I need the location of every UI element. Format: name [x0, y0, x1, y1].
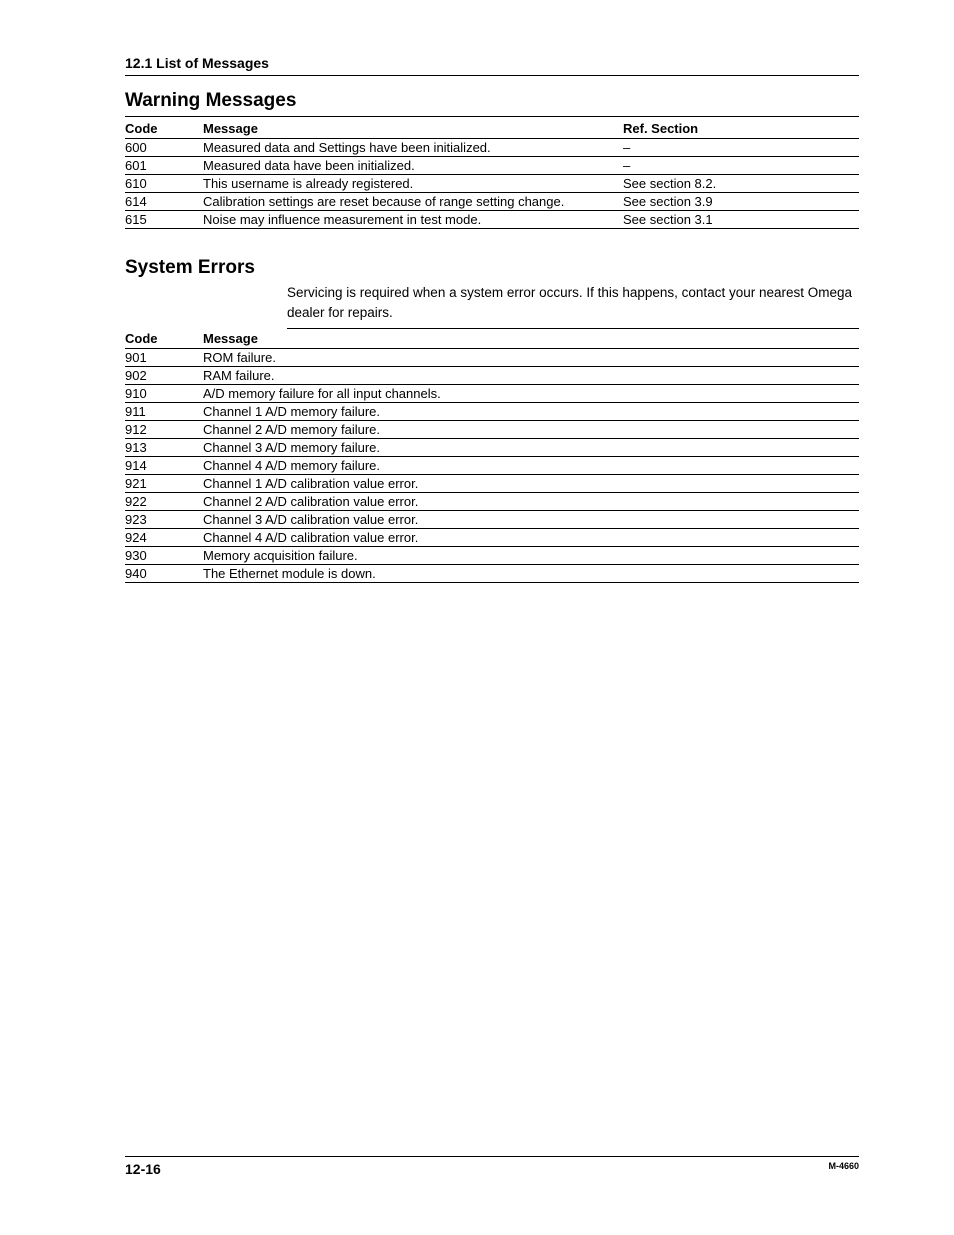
table-row: 910A/D memory failure for all input chan… — [125, 385, 859, 403]
cell-message: ROM failure. — [203, 349, 859, 367]
cell-message: Channel 3 A/D memory failure. — [203, 439, 859, 457]
page: 12.1 List of Messages Warning Messages C… — [0, 0, 954, 1235]
cell-code: 910 — [125, 385, 203, 403]
cell-message: Channel 1 A/D memory failure. — [203, 403, 859, 421]
table-row: 924Channel 4 A/D calibration value error… — [125, 529, 859, 547]
cell-message: Calibration settings are reset because o… — [203, 193, 623, 211]
cell-message: Measured data have been initialized. — [203, 157, 623, 175]
cell-code: 930 — [125, 547, 203, 565]
cell-ref: See section 3.1 — [623, 211, 859, 229]
cell-code: 600 — [125, 139, 203, 157]
cell-code: 601 — [125, 157, 203, 175]
table-row: 930Memory acquisition failure. — [125, 547, 859, 565]
cell-ref: See section 8.2. — [623, 175, 859, 193]
table-row: 614 Calibration settings are reset becau… — [125, 193, 859, 211]
cell-code: 901 — [125, 349, 203, 367]
table-row: 911Channel 1 A/D memory failure. — [125, 403, 859, 421]
table-row: 923Channel 3 A/D calibration value error… — [125, 511, 859, 529]
cell-code: 912 — [125, 421, 203, 439]
system-intro: Servicing is required when a system erro… — [287, 283, 859, 329]
table-row: 922Channel 2 A/D calibration value error… — [125, 493, 859, 511]
col-code: Code — [125, 119, 203, 139]
cell-code: 902 — [125, 367, 203, 385]
section-header: 12.1 List of Messages — [125, 55, 859, 76]
cell-message: Noise may influence measurement in test … — [203, 211, 623, 229]
table-row: 615 Noise may influence measurement in t… — [125, 211, 859, 229]
cell-message: A/D memory failure for all input channel… — [203, 385, 859, 403]
cell-code: 615 — [125, 211, 203, 229]
col-message: Message — [203, 329, 859, 349]
cell-message: Measured data and Settings have been ini… — [203, 139, 623, 157]
table-row: 601 Measured data have been initialized.… — [125, 157, 859, 175]
col-code: Code — [125, 329, 203, 349]
cell-message: The Ethernet module is down. — [203, 565, 859, 583]
cell-ref: – — [623, 139, 859, 157]
cell-code: 913 — [125, 439, 203, 457]
cell-message: Channel 2 A/D calibration value error. — [203, 493, 859, 511]
cell-code: 940 — [125, 565, 203, 583]
cell-code: 921 — [125, 475, 203, 493]
table-row: 912Channel 2 A/D memory failure. — [125, 421, 859, 439]
page-footer: 12-16 M-4660 — [125, 1156, 859, 1177]
system-table: Code Message 901ROM failure. 902RAM fail… — [125, 329, 859, 583]
table-row: 940The Ethernet module is down. — [125, 565, 859, 583]
cell-code: 614 — [125, 193, 203, 211]
cell-code: 911 — [125, 403, 203, 421]
cell-ref: – — [623, 157, 859, 175]
warning-heading: Warning Messages — [125, 90, 859, 117]
cell-message: Channel 4 A/D calibration value error. — [203, 529, 859, 547]
cell-message: Channel 1 A/D calibration value error. — [203, 475, 859, 493]
table-row: 600 Measured data and Settings have been… — [125, 139, 859, 157]
system-heading: System Errors — [125, 257, 859, 283]
table-row: 901ROM failure. — [125, 349, 859, 367]
cell-message: RAM failure. — [203, 367, 859, 385]
cell-code: 610 — [125, 175, 203, 193]
table-header-row: Code Message Ref. Section — [125, 119, 859, 139]
cell-message: This username is already registered. — [203, 175, 623, 193]
col-message: Message — [203, 119, 623, 139]
page-number: 12-16 — [125, 1161, 161, 1177]
cell-ref: See section 3.9 — [623, 193, 859, 211]
cell-code: 922 — [125, 493, 203, 511]
warning-table: Code Message Ref. Section 600 Measured d… — [125, 119, 859, 229]
doc-id: M-4660 — [828, 1161, 859, 1171]
cell-code: 923 — [125, 511, 203, 529]
cell-message: Channel 2 A/D memory failure. — [203, 421, 859, 439]
table-row: 902RAM failure. — [125, 367, 859, 385]
cell-message: Channel 4 A/D memory failure. — [203, 457, 859, 475]
cell-code: 924 — [125, 529, 203, 547]
table-row: 914Channel 4 A/D memory failure. — [125, 457, 859, 475]
table-row: 921Channel 1 A/D calibration value error… — [125, 475, 859, 493]
table-row: 610 This username is already registered.… — [125, 175, 859, 193]
cell-message: Memory acquisition failure. — [203, 547, 859, 565]
table-row: 913Channel 3 A/D memory failure. — [125, 439, 859, 457]
cell-message: Channel 3 A/D calibration value error. — [203, 511, 859, 529]
cell-code: 914 — [125, 457, 203, 475]
table-header-row: Code Message — [125, 329, 859, 349]
col-ref: Ref. Section — [623, 119, 859, 139]
